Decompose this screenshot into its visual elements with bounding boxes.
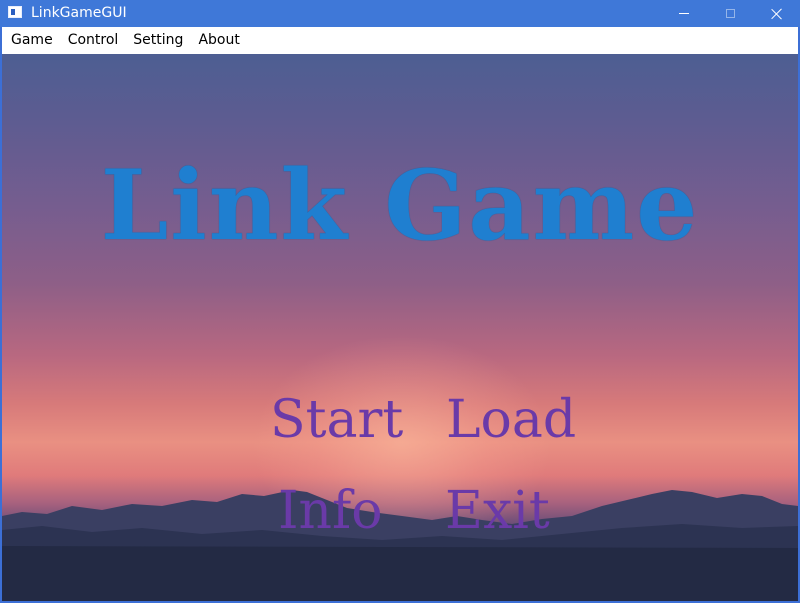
- close-button[interactable]: [754, 0, 800, 27]
- title-bar[interactable]: LinkGameGUI: [0, 0, 800, 27]
- load-button[interactable]: Load: [446, 388, 576, 452]
- game-logo: Link Game: [100, 149, 700, 262]
- maximize-icon: [725, 9, 735, 18]
- minimize-icon: [679, 13, 689, 14]
- app-icon: [8, 6, 22, 18]
- menu-setting[interactable]: Setting: [126, 27, 190, 54]
- exit-button[interactable]: Exit: [445, 479, 550, 543]
- game-start-screen: Link Game Start Load Info Exit: [2, 54, 798, 601]
- mountain-silhouette: [2, 490, 798, 601]
- maximize-button[interactable]: [707, 0, 753, 27]
- app-window: LinkGameGUI Game Control Setting About L…: [0, 0, 800, 603]
- start-button[interactable]: Start: [270, 388, 403, 452]
- close-icon: [771, 8, 783, 20]
- menu-about[interactable]: About: [191, 27, 246, 54]
- menu-game[interactable]: Game: [4, 27, 60, 54]
- menu-bar: Game Control Setting About: [2, 27, 798, 54]
- window-title: LinkGameGUI: [31, 5, 127, 21]
- menu-control[interactable]: Control: [61, 27, 126, 54]
- minimize-button[interactable]: [661, 0, 707, 27]
- info-button[interactable]: Info: [278, 479, 383, 543]
